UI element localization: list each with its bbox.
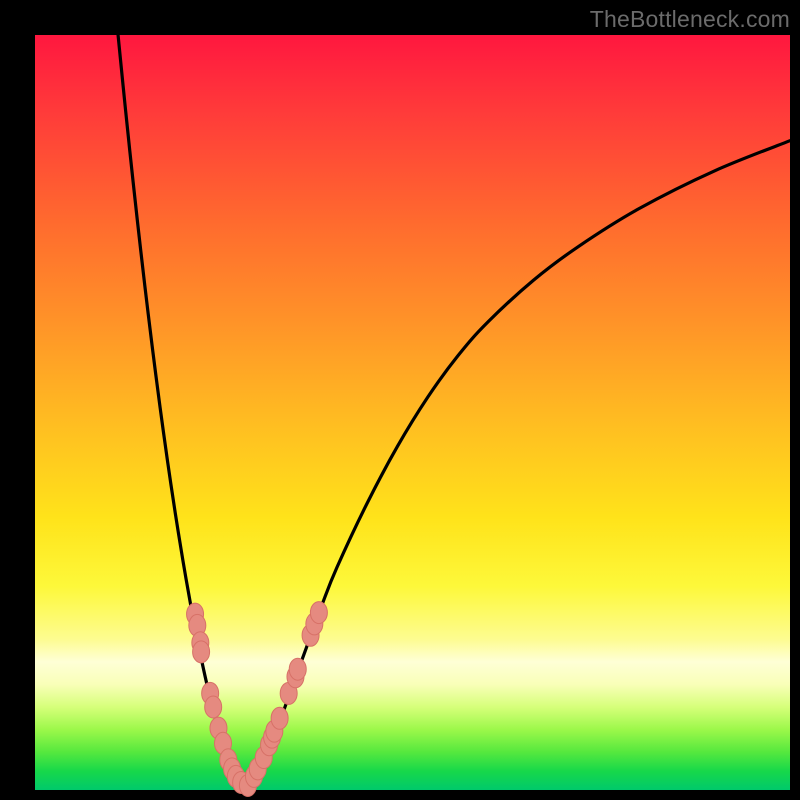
highlighted-point — [193, 641, 210, 663]
highlighted-point — [271, 707, 288, 729]
watermark-text: TheBottleneck.com — [590, 6, 790, 33]
highlighted-points-group — [187, 602, 328, 797]
chart-svg — [35, 35, 790, 790]
highlighted-point — [289, 658, 306, 680]
curve-left-branch — [118, 35, 246, 785]
chart-frame: TheBottleneck.com — [0, 0, 800, 800]
highlighted-point — [205, 696, 222, 718]
curve-right-branch — [246, 141, 790, 786]
plot-area — [35, 35, 790, 790]
highlighted-point — [310, 602, 327, 624]
